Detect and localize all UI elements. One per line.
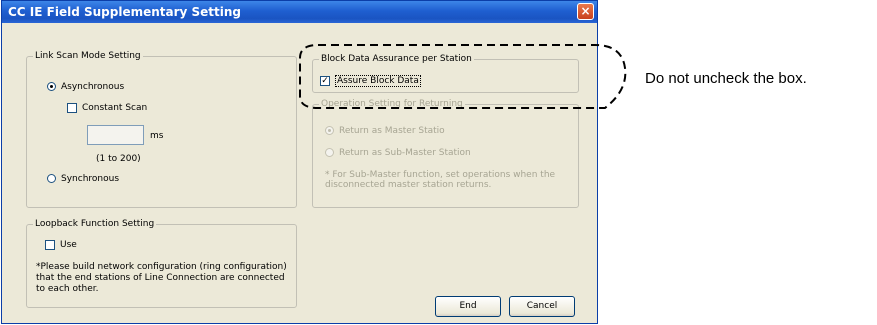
annotation-text: Do not uncheck the box.	[645, 70, 807, 87]
dashed-callout	[299, 44, 627, 109]
